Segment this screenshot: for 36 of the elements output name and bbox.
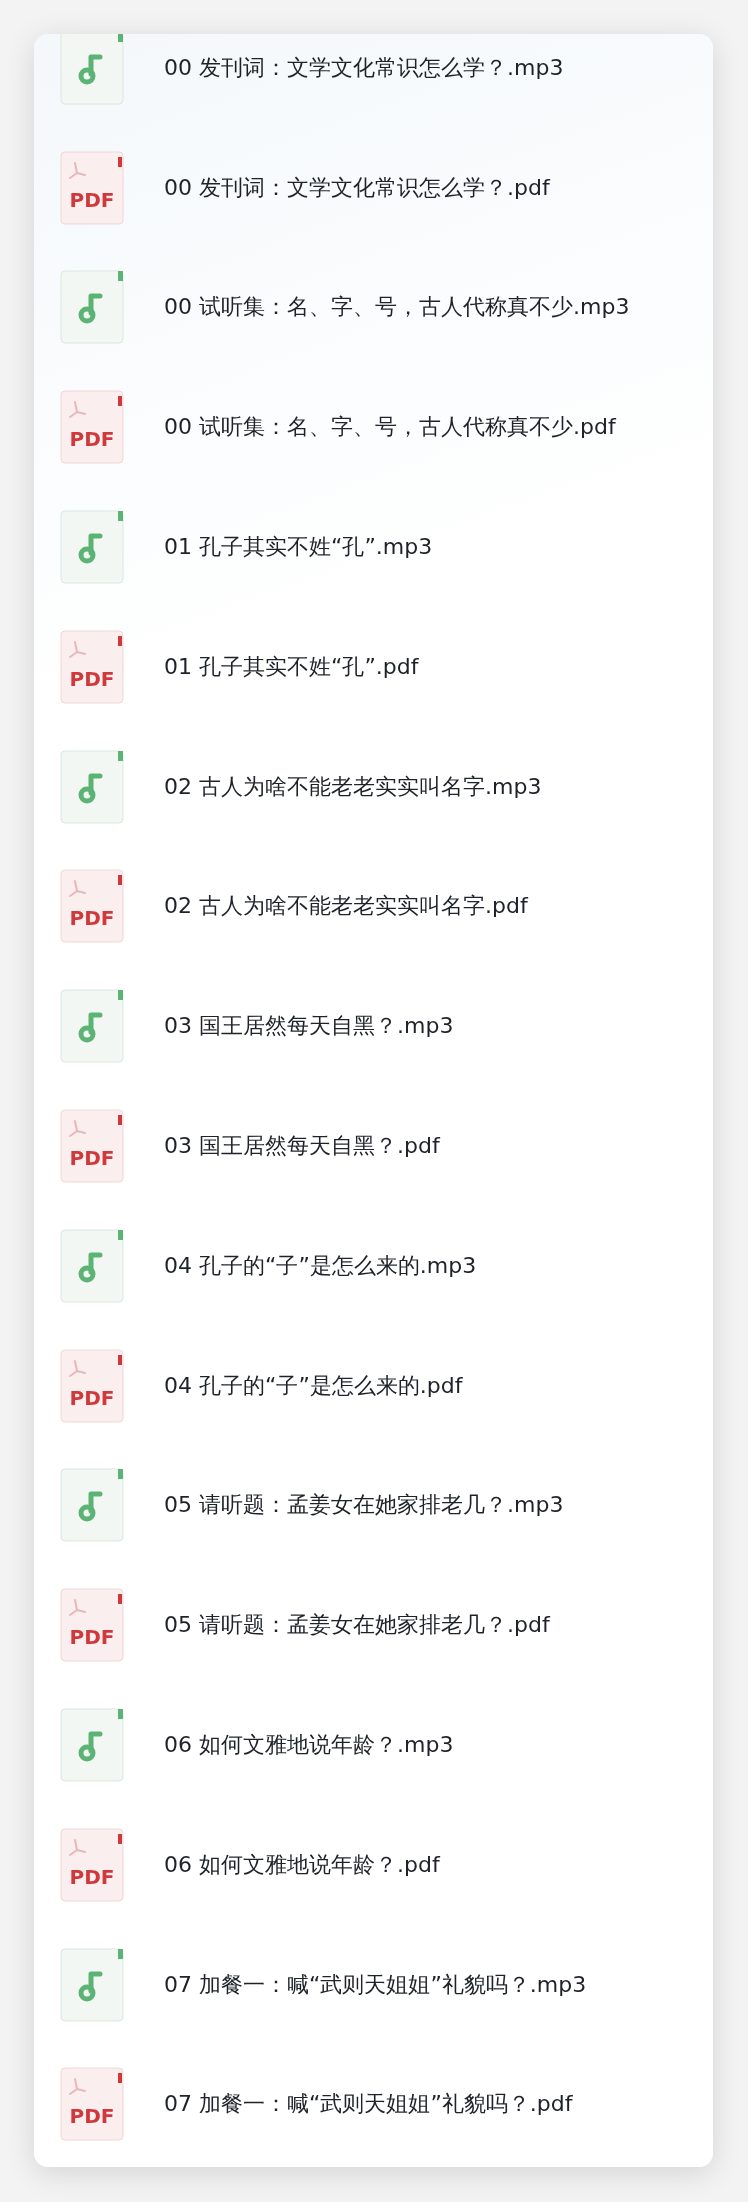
pdf-file-icon: PDF — [60, 2067, 124, 2142]
file-name[interactable]: 07 加餐一：喊“武则天姐姐”礼貌吗？.pdf — [164, 2089, 573, 2120]
file-name[interactable]: 00 发刊词：文学文化常识怎么学？.pdf — [164, 172, 550, 203]
audio-file-icon — [60, 510, 124, 585]
file-name[interactable]: 05 请听题：孟姜女在她家排老几？.mp3 — [164, 1490, 564, 1521]
pdf-file-icon: PDF — [60, 1109, 124, 1184]
pdf-file-icon: PDF — [60, 150, 124, 225]
file-name[interactable]: 03 国王居然每天自黑？.pdf — [164, 1131, 440, 1162]
file-name[interactable]: 04 孔子的“子”是怎么来的.mp3 — [164, 1250, 477, 1281]
pdf-file-icon: PDF — [60, 1348, 124, 1423]
audio-file-icon — [60, 34, 124, 105]
pdf-file-icon: PDF — [60, 390, 124, 465]
file-name[interactable]: 06 如何文雅地说年龄？.mp3 — [164, 1730, 454, 1761]
pdf-file-icon: PDF — [60, 1588, 124, 1663]
pdf-file-icon: PDF — [60, 629, 124, 704]
pdf-file-icon: PDF — [60, 869, 124, 944]
file-name[interactable]: 00 试听集：名、字、号，古人代称真不少.pdf — [164, 412, 616, 443]
file-name[interactable]: 03 国王居然每天自黑？.mp3 — [164, 1011, 454, 1042]
file-name[interactable]: 01 孔子其实不姓“孔”.pdf — [164, 651, 419, 682]
file-name[interactable]: 01 孔子其实不姓“孔”.mp3 — [164, 532, 433, 563]
file-name[interactable]: 06 如何文雅地说年龄？.pdf — [164, 1849, 440, 1880]
file-name[interactable]: 00 试听集：名、字、号，古人代称真不少.mp3 — [164, 292, 630, 323]
audio-file-icon — [60, 270, 124, 345]
file-name[interactable]: 07 加餐一：喊“武则天姐姐”礼貌吗？.mp3 — [164, 1969, 587, 2000]
file-name[interactable]: 05 请听题：孟姜女在她家排老几？.pdf — [164, 1610, 550, 1641]
pdf-file-icon: PDF — [60, 1827, 124, 1902]
file-name[interactable]: 00 发刊词：文学文化常识怎么学？.mp3 — [164, 52, 564, 83]
audio-file-icon — [60, 1468, 124, 1543]
audio-file-icon — [60, 989, 124, 1064]
audio-file-icon — [60, 749, 124, 824]
file-name[interactable]: 02 古人为啥不能老老实实叫名字.pdf — [164, 891, 528, 922]
audio-file-icon — [60, 1228, 124, 1303]
audio-file-icon — [60, 1708, 124, 1783]
file-name[interactable]: 04 孔子的“子”是怎么来的.pdf — [164, 1370, 463, 1401]
file-name[interactable]: 02 古人为啥不能老老实实叫名字.mp3 — [164, 771, 542, 802]
audio-file-icon — [60, 1947, 124, 2022]
